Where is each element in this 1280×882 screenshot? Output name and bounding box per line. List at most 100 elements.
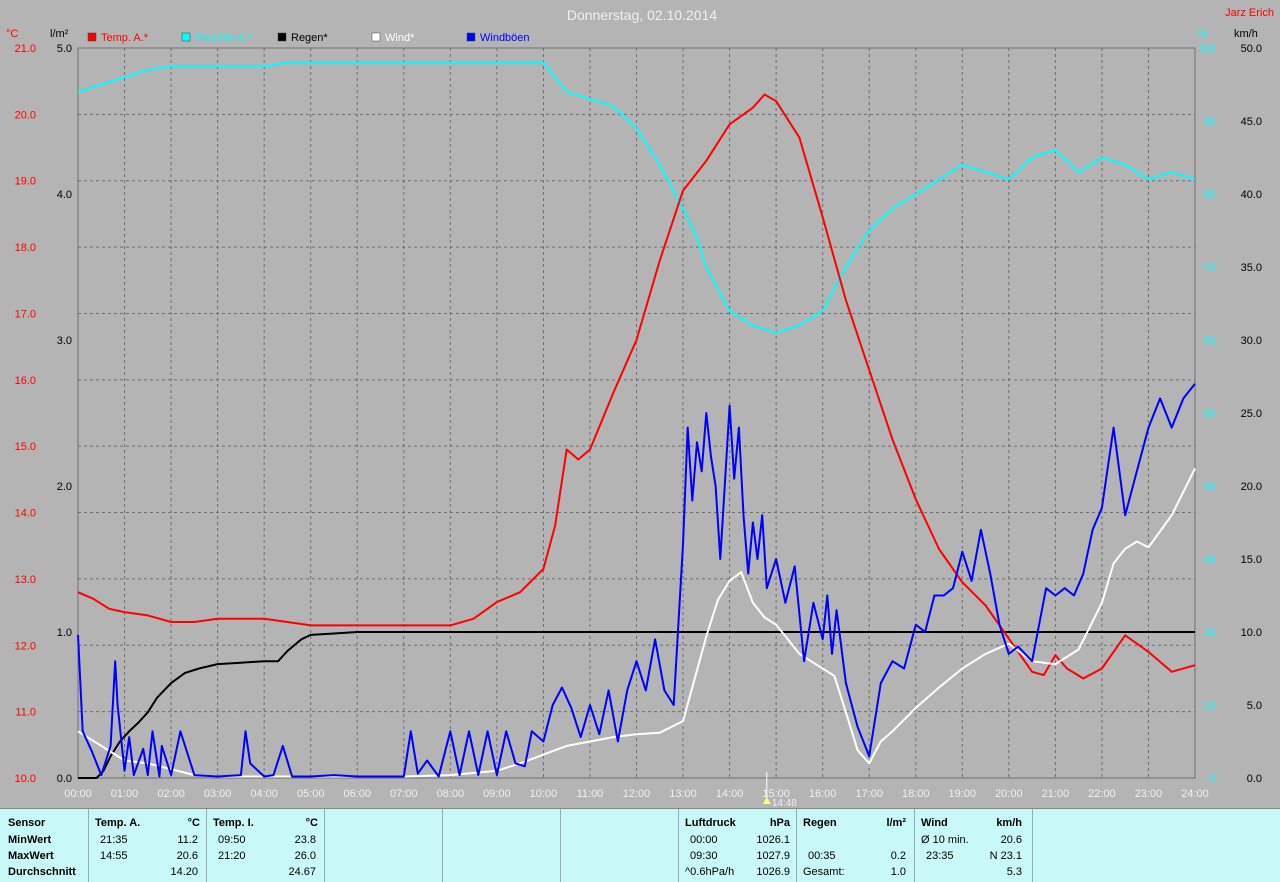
legend-entry: Windböen <box>480 32 530 44</box>
legend-swatch <box>466 32 476 42</box>
x-tick-label: 07:00 <box>390 788 418 800</box>
x-tick-label: 01:00 <box>111 788 139 800</box>
rain-tick-label: 0.0 <box>57 773 72 785</box>
rain-axis-unit: l/m² <box>50 28 69 40</box>
series-line <box>77 383 1196 778</box>
temp-tick-label: 13.0 <box>15 574 36 586</box>
row-label-sensor: Sensor <box>8 817 46 829</box>
rain-max-time: 00:35 <box>808 850 836 862</box>
wind-tick-label: 0.0 <box>1247 773 1262 785</box>
humidity-axis-unit: % <box>1198 28 1208 40</box>
x-tick-label: 06:00 <box>343 788 371 800</box>
legend-swatch <box>87 32 97 42</box>
wind-axis-unit: km/h <box>1234 28 1258 40</box>
x-tick-label: 23:00 <box>1135 788 1163 800</box>
humidity-tick-label: 10 <box>1204 700 1216 712</box>
x-tick-label: 02:00 <box>157 788 185 800</box>
row-label-max: MaxWert <box>8 850 54 862</box>
pressure-max-time: 09:30 <box>690 850 718 862</box>
x-tick-label: 03:00 <box>204 788 232 800</box>
x-tick-label: 24:00 <box>1181 788 1209 800</box>
x-tick-label: 04:00 <box>250 788 278 800</box>
humidity-tick-label: 20 <box>1204 627 1216 639</box>
pressure-max-value: 1027.9 <box>756 850 790 862</box>
wind-unit: km/h <box>996 817 1022 829</box>
rain-tick-label: 1.0 <box>57 627 72 639</box>
humidity-tick-label: 40 <box>1204 481 1216 493</box>
temp-i-unit: °C <box>305 817 318 829</box>
wind-tick-label: 5.0 <box>1247 700 1262 712</box>
row-label-min: MinWert <box>8 834 52 846</box>
humidity-tick-label: 30 <box>1204 554 1216 566</box>
temp-tick-label: 12.0 <box>15 640 36 652</box>
temp-tick-label: 17.0 <box>15 308 36 320</box>
temp-a-avg: 14.20 <box>170 866 198 878</box>
x-tick-label: 10:00 <box>530 788 558 800</box>
wind-max-time: 23:35 <box>926 850 954 862</box>
temp-tick-label: 11.0 <box>15 707 36 719</box>
x-tick-label: 14:00 <box>716 788 744 800</box>
x-tick-label: 18:00 <box>902 788 930 800</box>
temp-tick-label: 14.0 <box>15 508 36 520</box>
x-tick-label: 00:00 <box>64 788 92 800</box>
legend-entry: Feuchte A.* <box>195 32 253 44</box>
x-tick-label: 22:00 <box>1088 788 1116 800</box>
wind-header: Wind <box>921 817 948 829</box>
temp-i-max-time: 21:20 <box>218 850 246 862</box>
rain-unit: l/m² <box>886 817 906 829</box>
wind-avg-value: 20.6 <box>1000 834 1022 846</box>
chart-axes: 00:00 01:00 02:00 03:00 04:00 05:00 06:00 07:00… <box>15 43 1262 800</box>
x-tick-label: 19:00 <box>949 788 977 800</box>
wind-tick-label: 35.0 <box>1241 262 1262 274</box>
pressure-min-time: 00:00 <box>690 834 718 846</box>
temp-tick-label: 20.0 <box>15 109 36 121</box>
chart-grid <box>77 47 1196 779</box>
x-tick-label: 20:00 <box>995 788 1023 800</box>
temp-a-header: Temp. A. <box>95 817 141 829</box>
wind-tick-label: 10.0 <box>1241 627 1262 639</box>
temp-tick-label: 10.0 <box>15 773 36 785</box>
humidity-tick-label: 100 <box>1198 43 1216 55</box>
rain-total: 1.0 <box>890 866 906 878</box>
rain-max-value: 0.2 <box>890 850 906 862</box>
rain-total-label: Gesamt: <box>803 866 845 878</box>
x-tick-label: 09:00 <box>483 788 511 800</box>
legend-swatch <box>181 32 191 42</box>
weather-chart: Donnerstag, 02.10.2014 Jarz Erich °C l/m… <box>6 7 1274 808</box>
summary-table: Sensor MinWert MaxWert Durchschnitt Temp… <box>0 808 1280 882</box>
temp-i-min-value: 23.8 <box>294 834 316 846</box>
temp-a-unit: °C <box>187 817 200 829</box>
legend-entry: Regen* <box>291 32 328 44</box>
humidity-tick-label: 70 <box>1204 262 1216 274</box>
wind-tick-label: 50.0 <box>1241 43 1262 55</box>
temp-tick-label: 16.0 <box>15 375 36 387</box>
temp-a-max-value: 20.6 <box>176 850 198 862</box>
temp-tick-label: 18.0 <box>15 242 36 254</box>
temp-i-max-value: 26.0 <box>294 850 316 862</box>
pressure-min-value: 1026.1 <box>756 834 790 846</box>
x-tick-label: 17:00 <box>855 788 883 800</box>
legend-entry: Wind* <box>385 32 415 44</box>
wind-max-value: N 23.1 <box>989 850 1022 862</box>
humidity-tick-label: 50 <box>1204 408 1216 420</box>
temp-axis-unit: °C <box>6 28 18 40</box>
rain-tick-label: 2.0 <box>57 481 72 493</box>
chart-legend: Temp. A.* Feuchte A.* Regen* Wind* Windböen <box>87 32 530 44</box>
legend-swatch <box>371 32 381 42</box>
temp-a-min-time: 21:35 <box>100 834 128 846</box>
x-tick-label: 05:00 <box>297 788 325 800</box>
temp-i-min-time: 09:50 <box>218 834 246 846</box>
wind-tick-label: 40.0 <box>1241 189 1262 201</box>
series-line <box>77 468 1196 778</box>
rain-tick-label: 4.0 <box>57 189 72 201</box>
chart-author: Jarz Erich <box>1225 7 1274 19</box>
temp-tick-label: 19.0 <box>15 176 36 188</box>
temp-a-min-value: 11.2 <box>177 834 198 846</box>
x-tick-label: 08:00 <box>437 788 465 800</box>
humidity-tick-label: 90 <box>1204 116 1216 128</box>
rain-tick-label: 5.0 <box>57 43 72 55</box>
legend-entry: Temp. A.* <box>101 32 149 44</box>
rain-tick-label: 3.0 <box>57 335 72 347</box>
time-marker-label: 14:48 <box>772 798 797 808</box>
wind-tick-label: 15.0 <box>1241 554 1262 566</box>
